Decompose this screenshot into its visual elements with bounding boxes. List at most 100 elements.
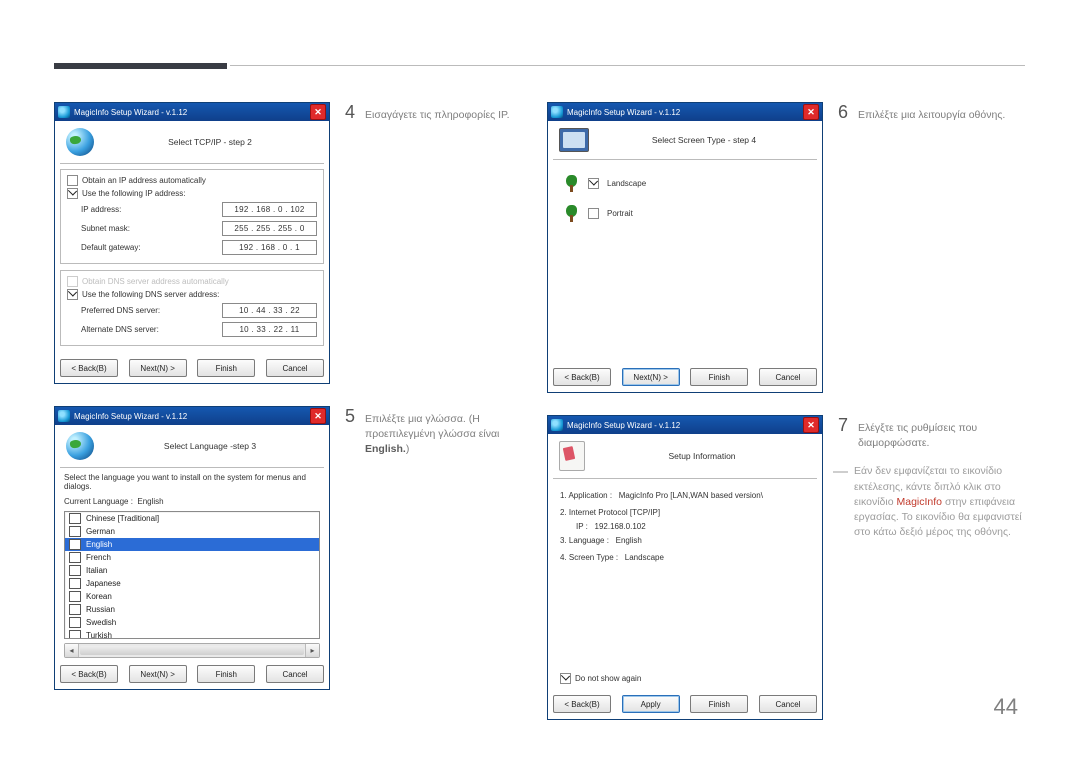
- lang-desc: Select the language you want to install …: [60, 473, 324, 494]
- divider: [230, 65, 1025, 66]
- language-item[interactable]: Swedish: [65, 616, 319, 629]
- scroll-right-icon[interactable]: ▸: [305, 644, 319, 657]
- globe-icon: [66, 432, 94, 460]
- dont-show-checkbox[interactable]: [560, 673, 571, 684]
- lang-square-icon: [69, 591, 81, 602]
- setupinfo-window: MagicInfo Setup Wizard - v.1.12 ✕ Setup …: [547, 415, 823, 720]
- gateway-label: Default gateway:: [81, 243, 141, 252]
- language-list[interactable]: Chinese [Traditional] GermanEnglishFrench…: [64, 511, 320, 639]
- step-number: 6: [833, 102, 848, 123]
- language-item[interactable]: Russian: [65, 603, 319, 616]
- titlebar[interactable]: MagicInfo Setup Wizard - v.1.12 ✕: [548, 416, 822, 434]
- finish-button[interactable]: Finish: [197, 665, 255, 683]
- step4-note: 4 Εισαγάγετε τις πληροφορίες IP.: [330, 102, 510, 384]
- language-item[interactable]: French: [65, 551, 319, 564]
- step-text: Επιλέξτε μια λειτουργία οθόνης.: [858, 108, 1005, 123]
- ip-input[interactable]: 192 . 168 . 0 . 102: [222, 202, 317, 217]
- pref-dns-input[interactable]: 10 . 44 . 33 . 22: [222, 303, 317, 318]
- use-following-checkbox[interactable]: [67, 188, 78, 199]
- step7-note: 7 Ελέγξτε τις ρυθμίσεις που διαμορφώσατε…: [823, 415, 1032, 451]
- subnet-label: Subnet mask:: [81, 224, 130, 233]
- next-button[interactable]: Next(N) >: [129, 359, 187, 377]
- next-button[interactable]: Next(N) >: [129, 665, 187, 683]
- language-item[interactable]: Korean: [65, 590, 319, 603]
- language-item[interactable]: English: [65, 538, 319, 551]
- step-title: Select TCP/IP - step 2: [102, 137, 318, 147]
- lang-square-icon: [69, 513, 81, 524]
- titlebar[interactable]: MagicInfo Setup Wizard - v.1.12 ✕: [55, 407, 329, 425]
- tree-icon: [563, 175, 580, 192]
- obtain-dns-label: Obtain DNS server address automatically: [82, 277, 229, 286]
- lang-square-icon: [69, 578, 81, 589]
- step7-hint: ― Εάν δεν εμφανίζεται το εικονίδιο εκτέλ…: [823, 464, 1032, 540]
- h-scrollbar[interactable]: ◂ ▸: [64, 643, 320, 658]
- hint-text: Εάν δεν εμφανίζεται το εικονίδιο εκτέλεσ…: [854, 464, 1032, 540]
- back-button[interactable]: < Back(B): [60, 665, 118, 683]
- alt-dns-label: Alternate DNS server:: [81, 325, 159, 334]
- left-column: MagicInfo Setup Wizard - v.1.12 ✕ Select…: [54, 102, 539, 712]
- monitor-icon: [559, 128, 589, 152]
- lang-square-icon: [69, 526, 81, 537]
- step5-row: MagicInfo Setup Wizard - v.1.12 ✕ Select…: [54, 406, 539, 690]
- lang-label: Japanese: [86, 579, 121, 588]
- step6-note: 6 Επιλέξτε μια λειτουργία οθόνης.: [823, 102, 1005, 393]
- lang-square-icon: [69, 539, 81, 550]
- setup-icon: [559, 441, 585, 471]
- language-item[interactable]: German: [65, 525, 319, 538]
- finish-button[interactable]: Finish: [690, 695, 748, 713]
- scroll-thumb[interactable]: [80, 646, 304, 655]
- back-button[interactable]: < Back(B): [60, 359, 118, 377]
- lang-square-icon: [69, 565, 81, 576]
- back-button[interactable]: < Back(B): [553, 368, 611, 386]
- landscape-label: Landscape: [607, 179, 646, 188]
- ip-label: IP address:: [81, 205, 121, 214]
- lang-label: Chinese [Traditional]: [86, 514, 159, 523]
- language-item[interactable]: Turkish: [65, 629, 319, 639]
- landscape-checkbox[interactable]: [588, 178, 599, 189]
- next-button[interactable]: Next(N) >: [622, 368, 680, 386]
- close-icon[interactable]: ✕: [803, 417, 819, 433]
- titlebar[interactable]: MagicInfo Setup Wizard - v.1.12 ✕: [55, 103, 329, 121]
- language-item[interactable]: Chinese [Traditional]: [65, 512, 319, 525]
- obtain-auto-checkbox[interactable]: [67, 175, 78, 186]
- close-icon[interactable]: ✕: [310, 104, 326, 120]
- app-icon: [58, 106, 70, 118]
- window-title: MagicInfo Setup Wizard - v.1.12: [567, 421, 680, 430]
- dont-show-label: Do not show again: [575, 674, 641, 683]
- cancel-button[interactable]: Cancel: [266, 665, 324, 683]
- step-text: Επιλέξτε μια γλώσσα. (Η προεπιλεγμένη γλ…: [365, 412, 535, 458]
- gateway-input[interactable]: 192 . 168 . 0 . 1: [222, 240, 317, 255]
- step-title: Select Language -step 3: [102, 441, 318, 451]
- finish-button[interactable]: Finish: [690, 368, 748, 386]
- cancel-button[interactable]: Cancel: [759, 368, 817, 386]
- app-icon: [551, 419, 563, 431]
- page-number: 44: [994, 694, 1018, 720]
- page: MagicInfo Setup Wizard - v.1.12 ✕ Select…: [0, 0, 1080, 763]
- lang-square-icon: [69, 617, 81, 628]
- scroll-left-icon[interactable]: ◂: [65, 644, 79, 657]
- close-icon[interactable]: ✕: [803, 104, 819, 120]
- portrait-checkbox[interactable]: [588, 208, 599, 219]
- cancel-button[interactable]: Cancel: [266, 359, 324, 377]
- language-item[interactable]: Italian: [65, 564, 319, 577]
- chapter-bar: [54, 63, 227, 69]
- apply-button[interactable]: Apply: [622, 695, 680, 713]
- cancel-button[interactable]: Cancel: [759, 695, 817, 713]
- lang-label: Turkish: [86, 631, 112, 639]
- close-icon[interactable]: ✕: [310, 408, 326, 424]
- use-following-label: Use the following IP address:: [82, 189, 185, 198]
- back-button[interactable]: < Back(B): [553, 695, 611, 713]
- subnet-input[interactable]: 255 . 255 . 255 . 0: [222, 221, 317, 236]
- pref-dns-label: Preferred DNS server:: [81, 306, 160, 315]
- use-dns-checkbox[interactable]: [67, 289, 78, 300]
- lang-square-icon: [69, 604, 81, 615]
- titlebar[interactable]: MagicInfo Setup Wizard - v.1.12 ✕: [548, 103, 822, 121]
- right-column: MagicInfo Setup Wizard - v.1.12 ✕ Select…: [547, 102, 1032, 742]
- lang-label: Swedish: [86, 618, 116, 627]
- window-title: MagicInfo Setup Wizard - v.1.12: [74, 412, 187, 421]
- language-window: MagicInfo Setup Wizard - v.1.12 ✕ Select…: [54, 406, 330, 690]
- finish-button[interactable]: Finish: [197, 359, 255, 377]
- step-text: Εισαγάγετε τις πληροφορίες IP.: [365, 108, 510, 123]
- language-item[interactable]: Japanese: [65, 577, 319, 590]
- alt-dns-input[interactable]: 10 . 33 . 22 . 11: [222, 322, 317, 337]
